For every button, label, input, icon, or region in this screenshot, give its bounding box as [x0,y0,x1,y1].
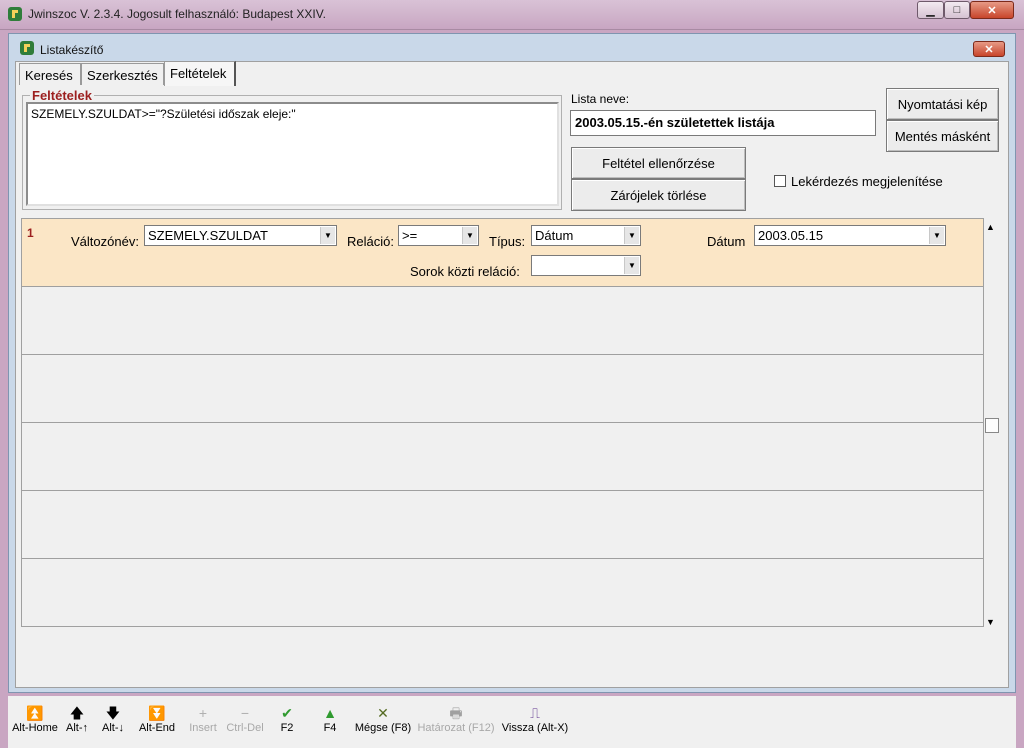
toolbar-button-5[interactable]: + Insert [189,704,217,734]
row-relation-select[interactable]: ▼ [531,255,641,276]
relation-select[interactable]: >= ▼ [398,225,479,246]
print-preview-button[interactable]: Nyomtatási kép [886,88,999,120]
app-logo-icon [8,7,22,21]
conditions-textarea[interactable]: SZEMELY.SZULDAT>="?Születési időszak ele… [26,102,559,206]
row-divider [22,558,983,559]
type-value: Dátum [535,228,574,243]
scroll-up-icon[interactable]: ▲ [986,222,995,232]
show-query-label[interactable]: Lekérdezés megjelenítése [791,174,943,189]
chevron-down-icon[interactable]: ▼ [929,227,944,244]
toolbar-label: Insert [189,722,217,734]
toolbar-button-3[interactable]: 🡇 Alt-↓ [102,704,124,734]
save-as-button[interactable]: Mentés másként [886,120,999,152]
close-button[interactable]: ✕ [970,1,1014,19]
tab-feltetelek[interactable]: Feltételek [164,61,236,86]
dialog-logo-icon [20,41,34,55]
prev-record-icon: 🡅 [69,705,85,721]
toolbar-button-6[interactable]: − Ctrl-Del [226,704,263,734]
last-record-icon: ⏬ [148,705,166,721]
maximize-button[interactable]: □ [944,1,970,19]
toolbar-button-7[interactable]: ✔ F2 [281,704,294,734]
toolbar-button-10[interactable]: 🖶 Határozat (F12) [417,704,494,734]
app-title: Jwinszoc V. 2.3.4. Jogosult felhasználó:… [28,7,326,21]
toolbar-label: Vissza (Alt-X) [501,722,569,734]
date-label: Dátum [707,234,746,249]
variable-select[interactable]: SZEMELY.SZULDAT ▼ [144,225,337,246]
delete-icon: − [240,705,250,721]
toolbar-button-9[interactable]: ✕ Mégse (F8) [355,704,411,734]
chevron-down-icon[interactable]: ▼ [462,227,477,244]
check-condition-button[interactable]: Feltétel ellenőrzése [571,147,746,179]
toolbar-label: Határozat (F12) [417,722,495,734]
row-divider [22,490,983,491]
green-up-icon: ▲ [323,705,337,721]
toolbar-label: Alt-↑ [66,722,88,734]
print-decision-icon: 🖶 [449,705,463,721]
date-value: 2003.05.15 [758,228,824,243]
minimize-button[interactable]: ▁ [917,1,944,19]
save-check-icon: ✔ [281,705,293,721]
list-name-label: Lista neve: [571,92,630,106]
insert-icon: + [198,705,208,721]
relation-label: Reláció: [347,234,394,249]
scroll-thumb[interactable] [985,418,999,433]
toolbar-label: Alt-End [138,722,176,734]
toolbar-label: Mégse (F8) [354,722,412,734]
toolbar-button-4[interactable]: ⏬ Alt-End [139,704,175,734]
show-query-checkbox[interactable] [774,175,786,187]
list-name-input[interactable]: 2003.05.15.-én születettek listája [570,110,876,136]
tab-kereses[interactable]: Keresés [19,63,81,85]
chevron-down-icon[interactable]: ▼ [320,227,335,244]
type-label: Típus: [489,234,526,249]
row-divider [22,354,983,355]
dialog-close-button[interactable]: ✕ [973,41,1005,57]
date-select[interactable]: 2003.05.15 ▼ [754,225,946,246]
type-select[interactable]: Dátum ▼ [531,225,641,246]
variable-label: Változónév: [71,234,139,249]
conditions-legend: Feltételek [30,88,94,103]
chevron-down-icon[interactable]: ▼ [624,257,639,274]
toolbar-label: F2 [280,722,294,734]
toolbar-button-11[interactable]: ⎍ Vissza (Alt-X) [502,704,568,734]
toolbar-label: Alt-↓ [102,722,124,734]
scroll-down-icon[interactable]: ▼ [986,617,995,627]
toolbar-button-8[interactable]: ▲ F4 [323,704,337,734]
row-relation-label: Sorok közti reláció: [410,264,520,279]
dialog-title: Listakészítő [40,43,104,57]
relation-value: >= [402,228,418,243]
chevron-down-icon[interactable]: ▼ [624,227,639,244]
toolbar-button-2[interactable]: 🡅 Alt-↑ [66,704,88,734]
toolbar-label: F4 [323,722,337,734]
first-record-icon: ⏫ [26,705,44,721]
delete-parens-button[interactable]: Zárójelek törlése [571,179,746,211]
exit-door-icon: ⎍ [530,705,540,721]
next-record-icon: 🡇 [105,705,121,721]
row-divider [22,422,983,423]
toolbar-label: Alt-Home [12,722,58,734]
variable-value: SZEMELY.SZULDAT [148,228,268,243]
toolbar-button-1[interactable]: ⏫ Alt-Home [12,704,58,734]
cancel-icon: ✕ [377,705,389,721]
tab-szerkesztes[interactable]: Szerkesztés [81,63,164,85]
row-divider [22,286,983,287]
toolbar-label: Ctrl-Del [226,722,264,734]
row-number: 1 [27,226,34,240]
